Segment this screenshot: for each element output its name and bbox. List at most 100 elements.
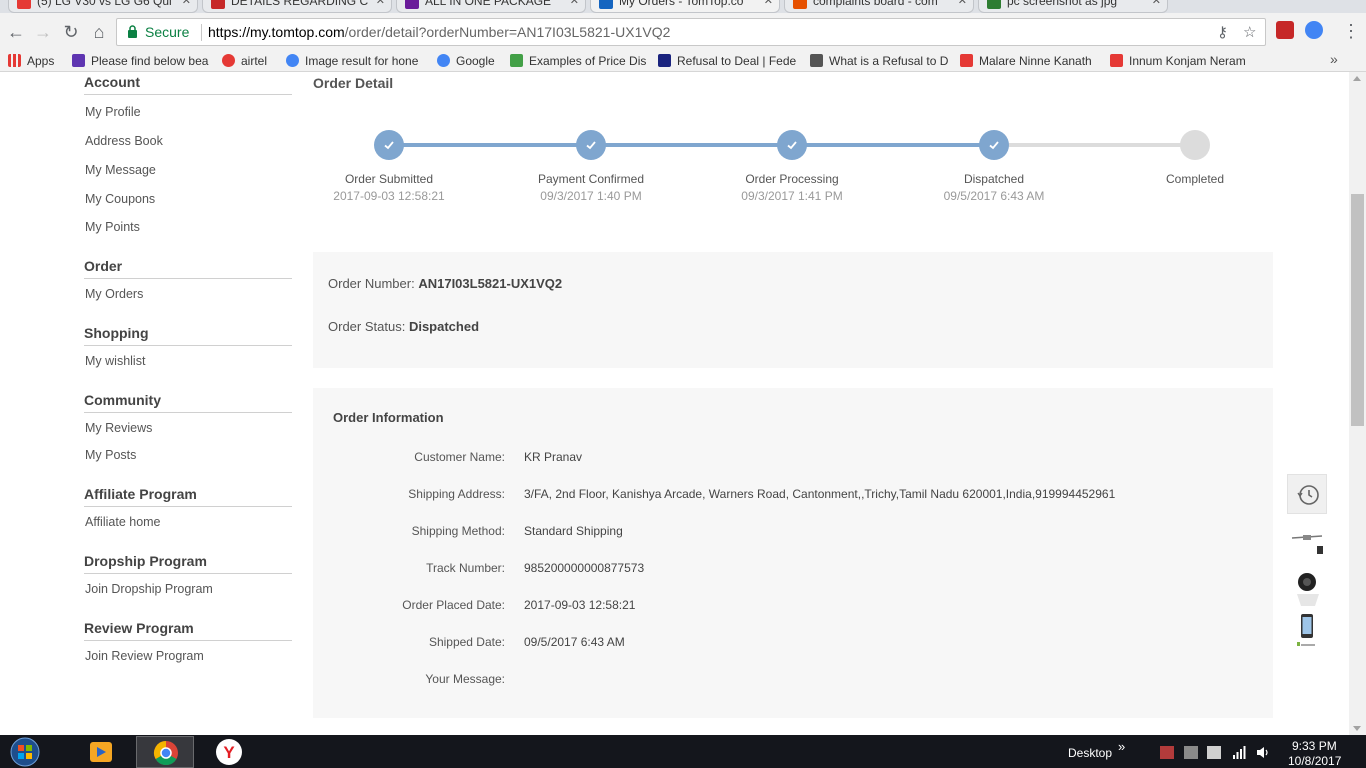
sidebar-item-join-review[interactable]: Join Review Program [85, 649, 204, 663]
tray-device-icon[interactable] [1207, 746, 1221, 759]
volume-icon[interactable] [1256, 746, 1270, 759]
sidebar-item-my-posts[interactable]: My Posts [85, 448, 136, 462]
order-placed-date-value: 2017-09-03 12:58:21 [524, 598, 636, 612]
close-tab-icon[interactable]: ✕ [570, 0, 579, 7]
tab-favicon-icon [793, 0, 807, 9]
browser-tab[interactable]: complaints board - com ✕ [784, 0, 974, 13]
info-label: Track Number: [426, 561, 505, 575]
sidebar-heading-dropship: Dropship Program [84, 553, 292, 574]
sidebar-item-my-wishlist[interactable]: My wishlist [85, 354, 145, 368]
page-content: Account My Profile Address Book My Messa… [0, 72, 1349, 735]
yahoo-icon [72, 54, 85, 67]
url-text[interactable]: https://my.tomtop.com/order/detail?order… [208, 24, 670, 40]
key-icon[interactable]: ⚷ [1217, 23, 1228, 41]
tray-app-icon[interactable] [1160, 746, 1174, 759]
start-button[interactable] [6, 736, 44, 768]
browser-tab[interactable]: ALL IN ONE PACKAGE ✕ [396, 0, 586, 13]
secure-label: Secure [145, 24, 190, 40]
track-number-value: 985200000000877573 [524, 561, 645, 575]
home-icon[interactable]: ⌂ [88, 21, 110, 43]
bookmark-item[interactable]: What is a Refusal to D [810, 54, 948, 68]
bookmark-item[interactable]: Google [437, 54, 495, 68]
bookmark-item[interactable]: Malare Ninne Kanath [960, 54, 1092, 68]
scrollbar-thumb[interactable] [1351, 194, 1364, 426]
google-icon [437, 54, 450, 67]
browser-tab[interactable]: pc screenshot as jpg ✕ [978, 0, 1168, 13]
back-arrow-icon[interactable]: ← [5, 21, 27, 43]
browser-toolbar: ← → ↻ ⌂ Secure https://my.tomtop.com/ord… [0, 13, 1366, 50]
sidebar-item-affiliate-home[interactable]: Affiliate home [85, 515, 161, 529]
bookmark-item[interactable]: Examples of Price Dis [510, 54, 646, 68]
sidebar-item-my-orders[interactable]: My Orders [85, 287, 143, 301]
sidebar-item-my-reviews[interactable]: My Reviews [85, 421, 152, 435]
drone-product-icon [1291, 535, 1323, 554]
tab-favicon-icon [987, 0, 1001, 9]
yandex-browser-icon: Y [216, 739, 242, 765]
scroll-up-arrow-icon[interactable] [1353, 76, 1361, 81]
more-bookmarks-icon[interactable]: » [1330, 51, 1338, 67]
star-burst-icon [510, 54, 523, 67]
sidebar-item-address-book[interactable]: Address Book [85, 134, 163, 148]
bookmark-item[interactable]: Refusal to Deal | Fede [658, 54, 796, 68]
chrome-icon [153, 741, 178, 766]
sidebar-item-my-coupons[interactable]: My Coupons [85, 192, 155, 206]
forward-arrow-icon[interactable]: → [32, 21, 54, 43]
bookmark-star-icon[interactable]: ☆ [1243, 23, 1256, 41]
media-player-taskbar-button[interactable] [72, 736, 130, 768]
browser-menu-icon[interactable]: ⋮ [1342, 21, 1360, 41]
yandex-taskbar-button[interactable]: Y [200, 736, 258, 768]
browser-tab[interactable]: (5) LG V30 vs LG G6 Qui ✕ [8, 0, 198, 13]
bookmark-item[interactable]: Innum Konjam Neram [1110, 54, 1246, 68]
network-signal-icon[interactable] [1232, 746, 1246, 759]
bookmark-item[interactable]: airtel [222, 54, 267, 68]
close-tab-icon[interactable]: ✕ [182, 0, 191, 7]
recent-product-phone-thumbnail[interactable] [1289, 612, 1325, 652]
bookmark-item[interactable]: Please find below bea [72, 54, 208, 68]
close-tab-icon[interactable]: ✕ [958, 0, 967, 7]
step-label: Completed [1165, 172, 1225, 186]
step-date: 2017-09-03 12:58:21 [333, 189, 445, 203]
recent-product-drone-thumbnail[interactable] [1289, 526, 1325, 566]
chevron-double-right-icon[interactable]: » [1118, 739, 1125, 754]
desktop-toolbar-label[interactable]: Desktop [1068, 746, 1112, 760]
tray-flag-icon[interactable] [1184, 746, 1198, 759]
apps-grid-icon [8, 54, 21, 67]
tab-favicon-icon [405, 0, 419, 9]
bookmark-apps[interactable]: Apps [8, 54, 54, 68]
close-tab-icon[interactable]: ✕ [764, 0, 773, 7]
browser-tab[interactable]: DETAILS REGARDING C ✕ [202, 0, 392, 13]
sidebar-item-my-message[interactable]: My Message [85, 163, 156, 177]
clock-time[interactable]: 9:33 PM [1292, 739, 1337, 753]
sidebar-item-my-points[interactable]: My Points [85, 220, 140, 234]
close-tab-icon[interactable]: ✕ [376, 0, 385, 7]
extension-blue-icon[interactable] [1305, 21, 1323, 39]
address-bar[interactable]: Secure https://my.tomtop.com/order/detai… [116, 18, 1266, 46]
chrome-taskbar-button[interactable] [136, 736, 194, 768]
sidebar-heading-shopping: Shopping [84, 325, 292, 346]
close-tab-icon[interactable]: ✕ [1152, 0, 1161, 7]
info-label: Shipping Address: [408, 487, 505, 501]
bookmarks-bar: Apps Please find below bea airtel Image … [0, 50, 1366, 72]
info-label: Order Placed Date: [402, 598, 505, 612]
sidebar-heading-order: Order [84, 258, 292, 279]
order-number-row: Order Number: AN17I03L5821-UX1VQ2 [328, 276, 563, 291]
divider [201, 24, 202, 41]
info-label: Your Message: [425, 672, 505, 686]
bookmark-item[interactable]: Image result for hone [286, 54, 418, 68]
shipped-date-value: 09/5/2017 6:43 AM [524, 635, 625, 649]
step-date: 09/3/2017 1:41 PM [741, 189, 843, 203]
sidebar-heading-affiliate: Affiliate Program [84, 486, 292, 507]
tab-favicon-icon [599, 0, 613, 9]
reload-icon[interactable]: ↻ [60, 21, 82, 43]
step-circle-processing [777, 130, 807, 160]
sidebar-item-my-profile[interactable]: My Profile [85, 105, 141, 119]
extension-shield-icon[interactable] [1276, 21, 1294, 39]
page-scrollbar[interactable] [1349, 72, 1366, 735]
recently-viewed-button[interactable] [1287, 474, 1327, 514]
browser-tab-active[interactable]: My Orders - TomTop.co ✕ [590, 0, 780, 13]
sidebar-item-join-dropship[interactable]: Join Dropship Program [85, 582, 213, 596]
recent-product-camera-thumbnail[interactable] [1289, 568, 1325, 608]
clock-date[interactable]: 10/8/2017 [1288, 754, 1341, 768]
svg-text:Y: Y [223, 743, 235, 762]
scroll-down-arrow-icon[interactable] [1353, 726, 1361, 731]
